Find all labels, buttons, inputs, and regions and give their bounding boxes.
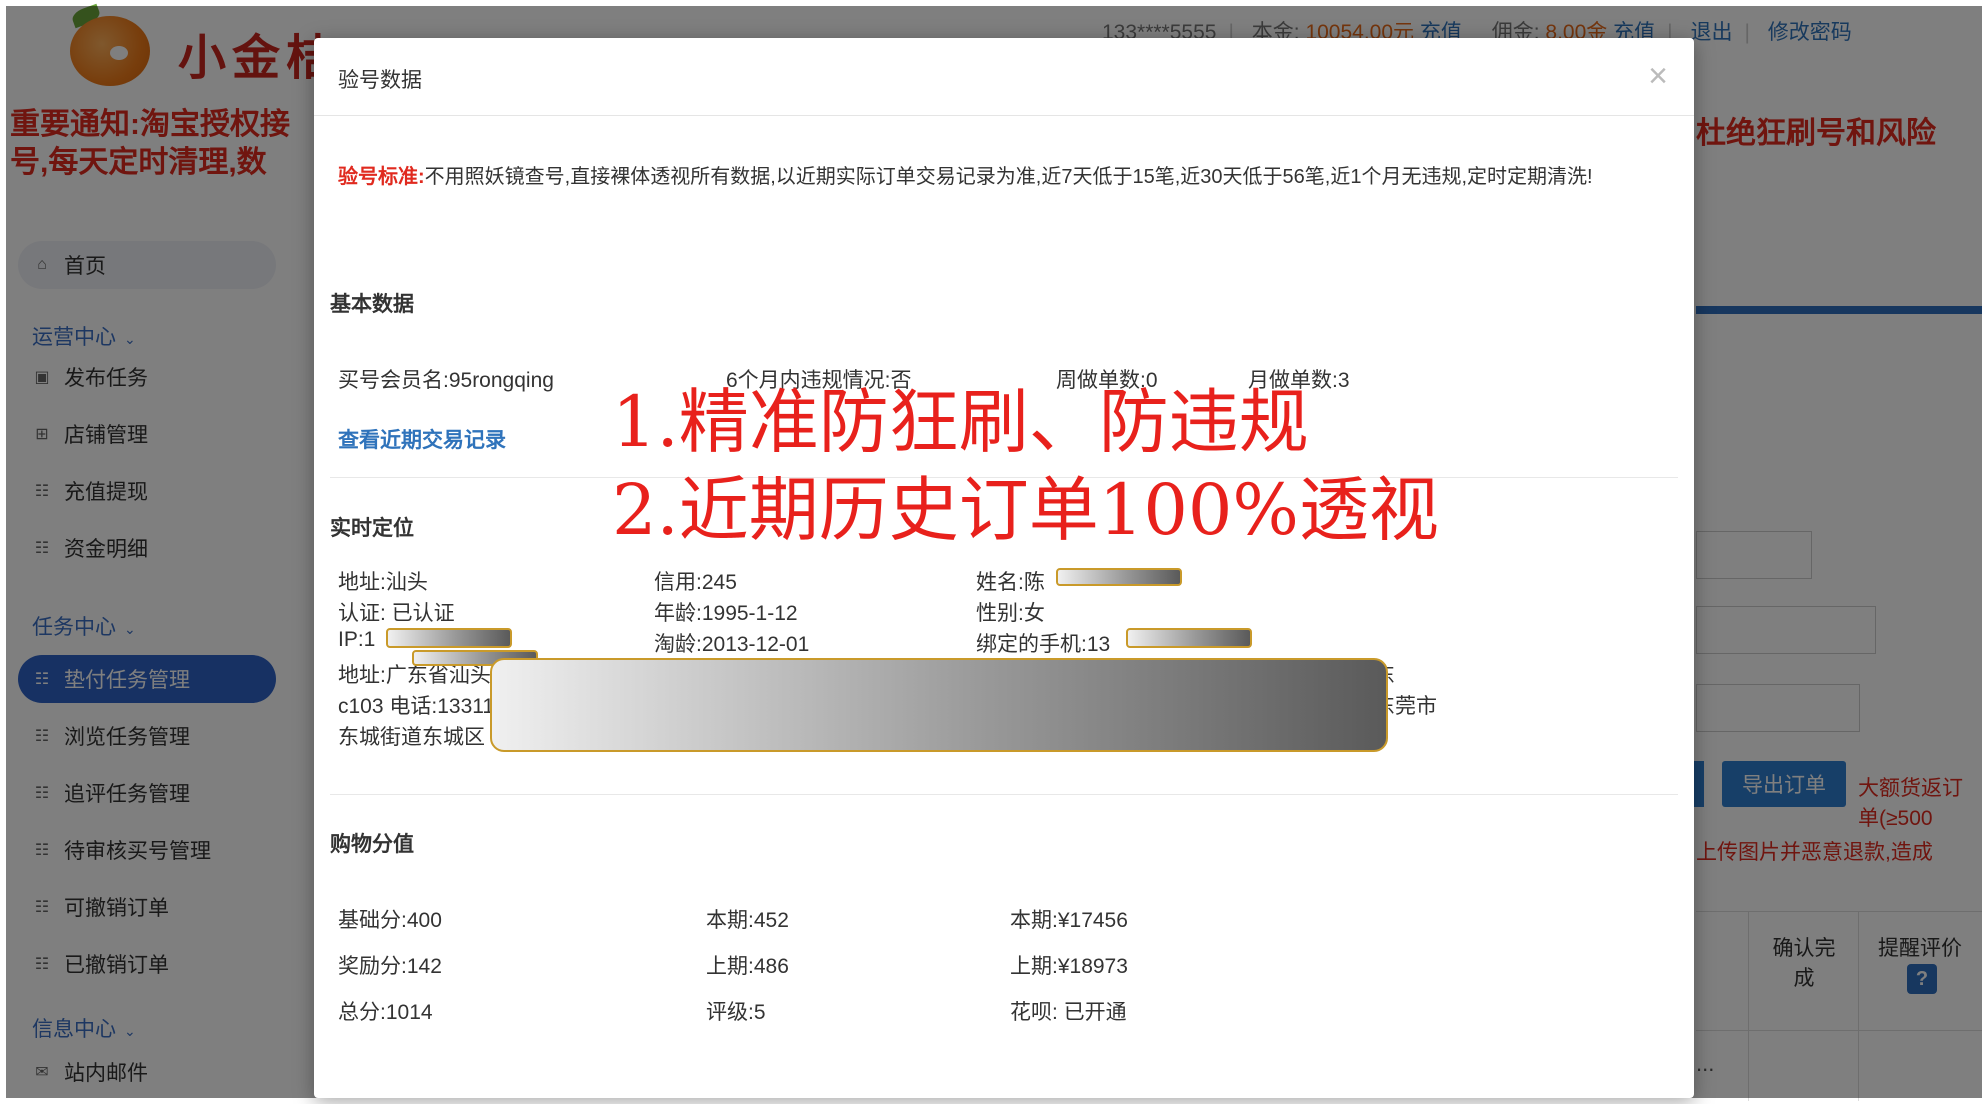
bound-phone: 绑定的手机:13: [976, 633, 1111, 656]
close-icon[interactable]: ×: [1648, 56, 1668, 96]
total-score: 总分:1014: [338, 1001, 433, 1024]
annotation-line-2: 2.近期历史订单100%透视: [612, 469, 1439, 551]
taobao-age: 淘龄:2013-12-01: [654, 633, 810, 656]
buyer-name: 姓名:陈: [976, 571, 1045, 594]
ip-address: IP:1: [338, 628, 376, 651]
phone-redaction: [1126, 628, 1252, 648]
section-divider: [330, 794, 1678, 795]
member-name: 买号会员名:95rongqing: [338, 369, 554, 392]
account-check-modal: 验号数据 × 验号标准:不用照妖镜查号,直接裸体透视所有数据,以近期实际订单交易…: [314, 38, 1694, 1098]
annotation-line-1: 1.精准防狂刷、防违规: [612, 381, 1309, 463]
location-city: 地址:汕头: [338, 571, 428, 594]
standard-text: 不用照妖镜查号,直接裸体透视所有数据,以近期实际订单交易记录为准,近7天低于15…: [424, 166, 1593, 188]
modal-header: 验号数据 ×: [314, 38, 1694, 116]
standard-label: 验号标准:: [338, 166, 425, 188]
full-address-line-3: 东城街道东城区: [338, 726, 485, 749]
gender: 性别:女: [976, 602, 1045, 625]
ip-redaction: [386, 628, 512, 648]
birth-date: 年龄:1995-1-12: [654, 602, 798, 625]
name-redaction: [1056, 568, 1182, 586]
basic-data-title: 基本数据: [330, 293, 414, 316]
rating: 评级:5: [706, 1001, 766, 1024]
shopping-score-title: 购物分值: [330, 833, 414, 856]
realtime-location-title: 实时定位: [330, 517, 414, 540]
credit-score: 信用:245: [654, 571, 737, 594]
screenshot-stage: 小金桔 133****5555| 本金: 10054.00元 充值 佣金: 8.…: [0, 0, 1982, 1104]
full-address-line-2: c103 电话:13311: [338, 695, 495, 718]
bonus-score: 奖励分:142: [338, 955, 442, 978]
address-redaction-large: [490, 658, 1388, 752]
current-period-amount: 本期:¥17456: [1010, 909, 1128, 932]
previous-period-amount: 上期:¥18973: [1010, 955, 1128, 978]
base-score: 基础分:400: [338, 909, 442, 932]
current-period-score: 本期:452: [706, 909, 789, 932]
recent-transactions-link[interactable]: 查看近期交易记录: [338, 424, 506, 454]
verify-status: 认证: 已认证: [338, 602, 455, 625]
check-standard: 验号标准:不用照妖镜查号,直接裸体透视所有数据,以近期实际订单交易记录为准,近7…: [338, 162, 1668, 193]
previous-period-score: 上期:486: [706, 955, 789, 978]
huabei-status: 花呗: 已开通: [1010, 1001, 1127, 1024]
modal-title: 验号数据: [338, 69, 422, 92]
